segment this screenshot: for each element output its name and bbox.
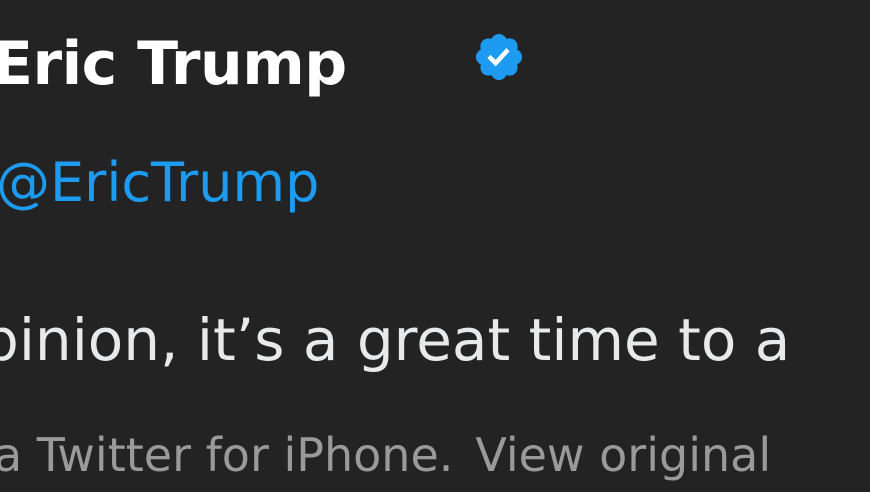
author-display-name[interactable]: Eric Trump [0, 22, 347, 106]
tweet-source: a Twitter for iPhone. [0, 428, 454, 482]
tweet-card: Eric Trump @EricTrump pinion, it’s a gre… [0, 0, 870, 492]
author-handle[interactable]: @EricTrump [0, 148, 319, 218]
verified-badge-icon [475, 33, 523, 81]
view-original-link[interactable]: View original [475, 428, 771, 482]
tweet-source-line: a Twitter for iPhone. View original [0, 424, 771, 486]
tweet-text: pinion, it’s a great time to a [0, 306, 791, 374]
